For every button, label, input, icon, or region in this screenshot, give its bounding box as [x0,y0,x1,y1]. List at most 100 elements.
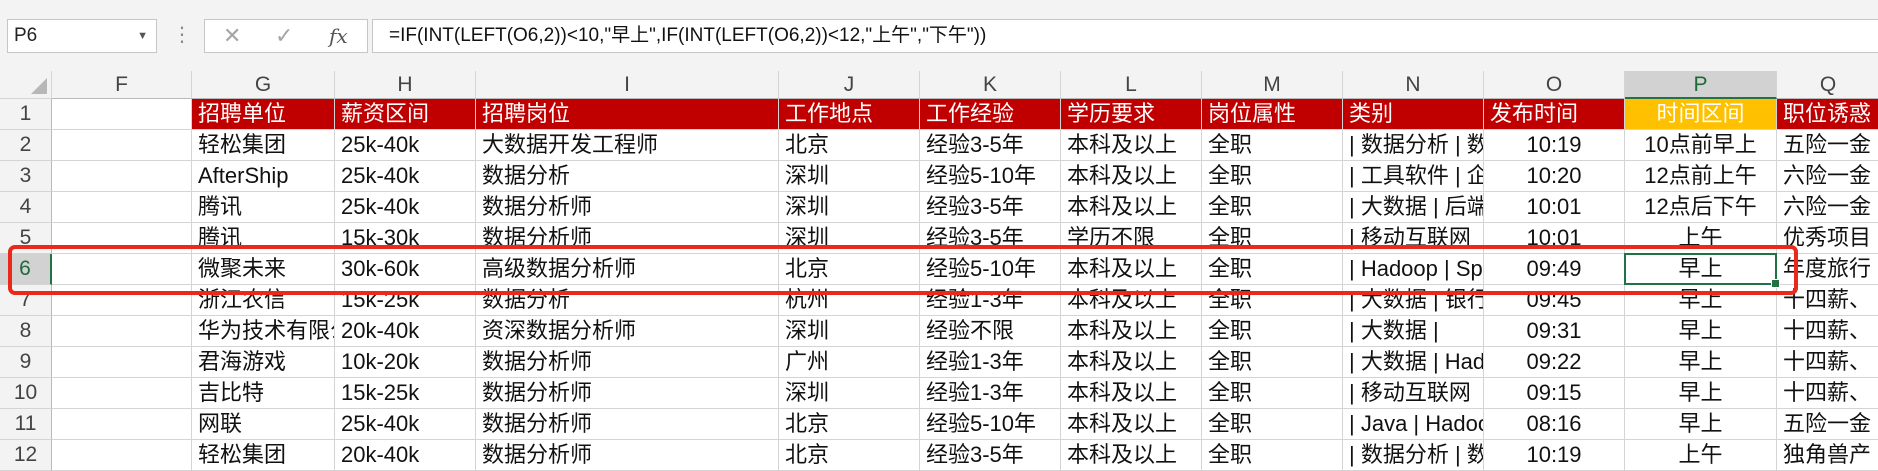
cell-n10[interactable]: | 移动互联网 [1343,378,1484,409]
row-header-12[interactable]: 12 [0,440,52,471]
cell-q4[interactable]: 六险一金 [1777,192,1878,223]
chevron-down-icon[interactable]: ▼ [137,20,148,52]
cell-n8[interactable]: | 大数据 | [1343,316,1484,347]
cell-g1[interactable]: 招聘单位 [192,99,335,130]
cell-h9[interactable]: 10k-20k [335,347,476,378]
cell-n9[interactable]: | 大数据 | Hadoop [1343,347,1484,378]
cell-m10[interactable]: 全职 [1202,378,1343,409]
row-header-8[interactable]: 8 [0,316,52,347]
cell-o1[interactable]: 发布时间 [1484,99,1625,130]
cell-m11[interactable]: 全职 [1202,409,1343,440]
cell-o6[interactable]: 09:49 [1484,254,1625,285]
cell-n2[interactable]: | 数据分析 | 数据 [1343,130,1484,161]
name-box[interactable]: P6 ▼ [7,19,157,53]
cell-k4[interactable]: 经验3-5年 [920,192,1061,223]
cell-o5[interactable]: 10:01 [1484,223,1625,254]
cell-o10[interactable]: 09:15 [1484,378,1625,409]
cell-j6[interactable]: 北京 [779,254,920,285]
cell-i2[interactable]: 大数据开发工程师 [476,130,779,161]
cell-g8[interactable]: 华为技术有限公司 [192,316,335,347]
cell-i8[interactable]: 资深数据分析师 [476,316,779,347]
column-header-i[interactable]: I [476,71,779,99]
cell-q8[interactable]: 十四薪、 [1777,316,1878,347]
cell-g7[interactable]: 浙江农信 [192,285,335,316]
cell-i6[interactable]: 高级数据分析师 [476,254,779,285]
cell-p10[interactable]: 早上 [1625,378,1777,409]
cell-p7[interactable]: 早上 [1625,285,1777,316]
cell-l2[interactable]: 本科及以上 [1061,130,1202,161]
row-header-1[interactable]: 1 [0,99,52,130]
row-header-6[interactable]: 6 [0,254,52,285]
cell-h11[interactable]: 25k-40k [335,409,476,440]
cell-m7[interactable]: 全职 [1202,285,1343,316]
cell-q6[interactable]: 年度旅行 [1777,254,1878,285]
cell-i3[interactable]: 数据分析 [476,161,779,192]
cell-f3[interactable] [52,161,192,192]
column-header-f[interactable]: F [52,71,192,99]
cell-f1[interactable] [52,99,192,130]
cell-m6[interactable]: 全职 [1202,254,1343,285]
cell-i9[interactable]: 数据分析师 [476,347,779,378]
cell-k12[interactable]: 经验3-5年 [920,440,1061,471]
column-header-q[interactable]: Q [1777,71,1878,99]
cell-p3[interactable]: 12点前上午 [1625,161,1777,192]
cell-i11[interactable]: 数据分析师 [476,409,779,440]
cell-k9[interactable]: 经验1-3年 [920,347,1061,378]
cell-m3[interactable]: 全职 [1202,161,1343,192]
column-header-h[interactable]: H [335,71,476,99]
cell-l12[interactable]: 本科及以上 [1061,440,1202,471]
row-header-11[interactable]: 11 [0,409,52,440]
cell-j4[interactable]: 深圳 [779,192,920,223]
cell-q5[interactable]: 优秀项目 [1777,223,1878,254]
cell-k11[interactable]: 经验5-10年 [920,409,1061,440]
cell-h2[interactable]: 25k-40k [335,130,476,161]
row-header-4[interactable]: 4 [0,192,52,223]
column-header-k[interactable]: K [920,71,1061,99]
cell-k3[interactable]: 经验5-10年 [920,161,1061,192]
cell-g9[interactable]: 君海游戏 [192,347,335,378]
cell-g3[interactable]: AfterShip [192,161,335,192]
column-header-g[interactable]: G [192,71,335,99]
cell-n11[interactable]: | Java | Hadoop [1343,409,1484,440]
cell-m2[interactable]: 全职 [1202,130,1343,161]
cell-l3[interactable]: 本科及以上 [1061,161,1202,192]
cell-p2[interactable]: 10点前早上 [1625,130,1777,161]
enter-icon[interactable]: ✓ [275,20,293,52]
cell-l4[interactable]: 本科及以上 [1061,192,1202,223]
cell-k6[interactable]: 经验5-10年 [920,254,1061,285]
cell-m5[interactable]: 全职 [1202,223,1343,254]
cell-i1[interactable]: 招聘岗位 [476,99,779,130]
row-header-7[interactable]: 7 [0,285,52,316]
cell-l10[interactable]: 本科及以上 [1061,378,1202,409]
cell-i7[interactable]: 数据分析 [476,285,779,316]
cell-o9[interactable]: 09:22 [1484,347,1625,378]
row-header-2[interactable]: 2 [0,130,52,161]
cell-n1[interactable]: 类别 [1343,99,1484,130]
cell-j8[interactable]: 深圳 [779,316,920,347]
cell-n7[interactable]: | 大数据 | 银行 [1343,285,1484,316]
cell-j7[interactable]: 杭州 [779,285,920,316]
cell-m8[interactable]: 全职 [1202,316,1343,347]
cell-g10[interactable]: 吉比特 [192,378,335,409]
cell-f5[interactable] [52,223,192,254]
column-header-p[interactable]: P [1625,71,1777,99]
cell-n4[interactable]: | 大数据 | 后端 [1343,192,1484,223]
cell-l1[interactable]: 学历要求 [1061,99,1202,130]
cell-h1[interactable]: 薪资区间 [335,99,476,130]
column-header-l[interactable]: L [1061,71,1202,99]
formula-input[interactable]: =IF(INT(LEFT(O6,2))<10,"早上",IF(INT(LEFT(… [372,19,1878,53]
cell-p4[interactable]: 12点后下午 [1625,192,1777,223]
cell-g6[interactable]: 微聚未来 [192,254,335,285]
cell-p9[interactable]: 早上 [1625,347,1777,378]
row-header-3[interactable]: 3 [0,161,52,192]
cell-q10[interactable]: 十四薪、 [1777,378,1878,409]
cell-q2[interactable]: 五险一金 [1777,130,1878,161]
cell-n6[interactable]: | Hadoop | Spark [1343,254,1484,285]
row-header-10[interactable]: 10 [0,378,52,409]
cell-n3[interactable]: | 工具软件 | 企业 [1343,161,1484,192]
cell-f6[interactable] [52,254,192,285]
cell-m12[interactable]: 全职 [1202,440,1343,471]
select-all-corner[interactable] [0,71,52,99]
cell-l6[interactable]: 本科及以上 [1061,254,1202,285]
cell-m4[interactable]: 全职 [1202,192,1343,223]
